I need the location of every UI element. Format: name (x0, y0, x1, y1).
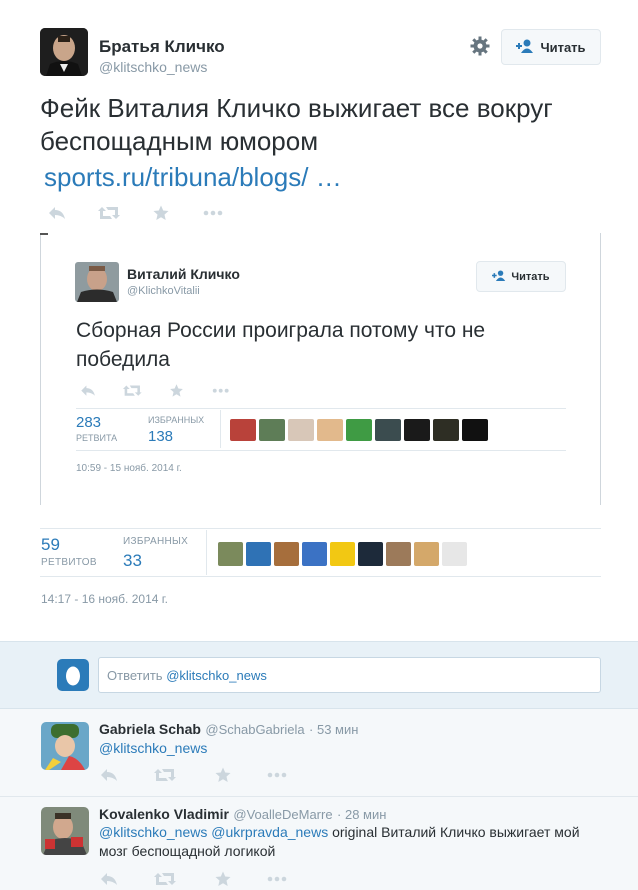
avatar (404, 419, 430, 441)
favorites-count[interactable]: 33 (123, 551, 142, 571)
avatar (462, 419, 488, 441)
reply-icon (66, 383, 110, 398)
reply-avatar[interactable] (41, 722, 89, 770)
embedded-stats-divider (220, 410, 221, 448)
more-icon (199, 383, 243, 398)
favorite-star-icon (154, 383, 198, 398)
stats-divider (206, 530, 207, 575)
embedded-follow-label: Читать (511, 270, 550, 283)
reply-mention[interactable]: @klitschko_news (99, 739, 207, 758)
gear-icon[interactable] (470, 36, 490, 56)
follow-label: Читать (540, 39, 586, 55)
tweet-timestamp[interactable]: 14:17 - 16 нояб. 2014 г. (41, 592, 168, 606)
embedded-avatar (75, 262, 119, 302)
retweet-icon (110, 383, 154, 398)
reply-icon[interactable] (83, 766, 135, 784)
avatar[interactable] (330, 542, 355, 566)
avatar[interactable] (246, 542, 271, 566)
avatar[interactable] (274, 542, 299, 566)
embedded-name: Виталий Кличко (127, 266, 240, 282)
egg-avatar (57, 659, 89, 691)
avatar (230, 419, 256, 441)
avatar[interactable] (218, 542, 243, 566)
embed-corner (40, 233, 48, 235)
more-icon[interactable] (187, 204, 239, 222)
reply-avatar[interactable] (41, 807, 89, 855)
tweet-actions (31, 204, 239, 222)
tweet-link[interactable]: sports.ru/tribuna/blogs/ … (44, 162, 342, 193)
avatar[interactable] (442, 542, 467, 566)
retweet-icon[interactable] (135, 870, 195, 888)
reply-actions (83, 870, 303, 888)
reply-actions (83, 766, 303, 784)
reply-icon[interactable] (83, 870, 135, 888)
embedded-retweets-count: 283 (76, 414, 102, 431)
avatar (259, 419, 285, 441)
embedded-favorites-label: ИЗБРАННЫХ (148, 415, 205, 425)
reply-placeholder: Ответить (107, 668, 163, 683)
profile-avatar[interactable] (40, 28, 88, 76)
favoriters-list (218, 542, 470, 566)
tweet-text: Фейк Виталия Кличко выжигает все вокруг … (40, 93, 553, 156)
retweets-count[interactable]: 59 (41, 535, 60, 555)
embedded-handle: @KlichkoVitalii (127, 285, 200, 297)
avatar (288, 419, 314, 441)
reply-separator (0, 796, 638, 797)
reply-input[interactable]: Ответить @klitschko_news (98, 657, 601, 693)
avatar (375, 419, 401, 441)
reply-handle[interactable]: @SchabGabriela (205, 722, 304, 737)
retweet-icon[interactable] (135, 766, 195, 784)
stats-top-divider (40, 528, 601, 529)
embedded-follow-button: Читать (476, 261, 566, 292)
embedded-favoriters (230, 419, 491, 441)
embedded-divider (76, 408, 566, 409)
reply-name[interactable]: Gabriela Schab (99, 721, 201, 737)
follow-button[interactable]: Читать (501, 29, 601, 65)
reply-icon[interactable] (31, 204, 83, 222)
reply-header: Gabriela Schab @SchabGabriela · 53 мин (99, 721, 358, 739)
reply-time[interactable]: · 28 мин (337, 807, 386, 822)
reply-header: Kovalenko Vladimir @VoalleDeMarre · 28 м… (99, 806, 386, 824)
more-icon[interactable] (251, 870, 303, 888)
favorite-star-icon[interactable] (135, 204, 187, 222)
favorites-label[interactable]: ИЗБРАННЫХ (123, 536, 188, 547)
avatar (433, 419, 459, 441)
reply-mention: @klitschko_news (166, 668, 267, 683)
reply-mention[interactable]: @klitschko_news (99, 824, 207, 840)
retweet-icon[interactable] (83, 204, 135, 222)
embedded-retweets-label: РЕТВИТА (76, 433, 118, 443)
avatar (346, 419, 372, 441)
stats-bottom-divider (40, 576, 601, 577)
embedded-actions (66, 383, 243, 398)
embedded-divider (76, 450, 566, 451)
reply-handle[interactable]: @VoalleDeMarre (233, 807, 332, 822)
retweets-label[interactable]: РЕТВИТОВ (41, 557, 97, 568)
avatar[interactable] (302, 542, 327, 566)
avatar[interactable] (386, 542, 411, 566)
favorite-star-icon[interactable] (195, 766, 251, 784)
reply-name[interactable]: Kovalenko Vladimir (99, 806, 229, 822)
embedded-timestamp: 10:59 - 15 нояб. 2014 г. (76, 463, 182, 474)
add-user-icon (516, 39, 534, 56)
more-icon[interactable] (251, 766, 303, 784)
account-handle[interactable]: @klitschko_news (99, 59, 207, 75)
avatar[interactable] (414, 542, 439, 566)
avatar (317, 419, 343, 441)
reply-mention[interactable]: @ukrpravda_news (211, 824, 328, 840)
add-user-icon (492, 269, 506, 284)
embedded-favorites-count: 138 (148, 428, 174, 445)
avatar[interactable] (358, 542, 383, 566)
embedded-tweet-text: Сборная России проиграла потому что не п… (76, 319, 486, 371)
favorite-star-icon[interactable] (195, 870, 251, 888)
account-name[interactable]: Братья Кличко (99, 37, 225, 57)
reply-text-block: @klitschko_news @ukrpravda_news original… (99, 823, 599, 861)
reply-time[interactable]: · 53 мин (309, 722, 358, 737)
